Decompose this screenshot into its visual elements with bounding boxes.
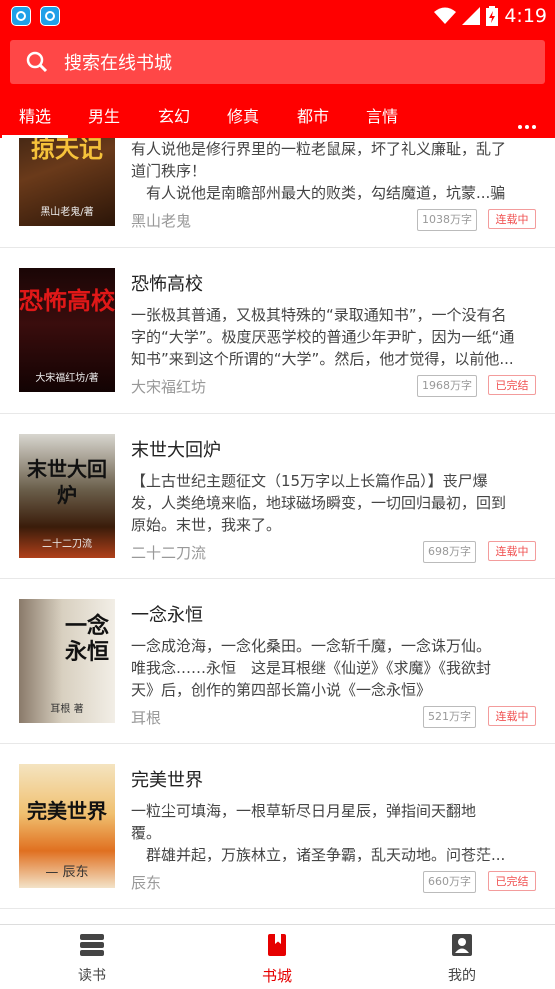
search-bar[interactable]: 搜索在线书城 xyxy=(10,40,545,84)
bottom-nav: 读书 书城 我的 xyxy=(0,924,555,989)
clock: 4:19 xyxy=(504,5,547,27)
book-author: 辰东 xyxy=(131,874,162,892)
app-notification-icon xyxy=(11,6,31,26)
nav-label: 书城 xyxy=(261,967,292,985)
desc-line: 有人说他是南瞻部州最大的败类，勾结魔道，坑蒙...骗 xyxy=(131,184,506,202)
top-bar: 搜索在线书城 精选 男生 玄幻 修真 都市 言情 xyxy=(0,32,555,138)
list-item[interactable]: 完美世界 — 辰东 完美世界 一粒尘可填海，一根草斩尽日月星辰，弹指间天翻地 覆… xyxy=(0,744,555,909)
desc-line: 发，人类绝境来临，地球磁场瞬变，一切回归最初，回到 xyxy=(131,494,507,512)
desc-line: 一念成沧海，一念化桑田。一念斩千魔，一念诛万仙。 xyxy=(131,637,492,655)
desc-line: 覆。 xyxy=(131,824,162,842)
nav-profile[interactable]: 我的 xyxy=(402,933,522,985)
word-count-badge: 521万字 xyxy=(423,706,476,728)
book-author: 黑山老鬼 xyxy=(131,212,192,230)
book-description: 一粒尘可填海，一根草斩尽日月星辰，弹指间天翻地 覆。 群雄并起，万族林立，诸圣争… xyxy=(131,800,539,866)
desc-line: 【上古世纪主题征文（15万字以上长篇作品）】丧尸爆 xyxy=(131,472,488,490)
nav-label: 读书 xyxy=(78,968,106,984)
book-cover: 掠天记 黑山老鬼/著 xyxy=(19,138,115,226)
tab-fantasy[interactable]: 玄幻 xyxy=(158,103,190,127)
book-cover: 末世大回炉 二十二刀流 xyxy=(19,434,115,558)
book-author: 二十二刀流 xyxy=(131,544,207,562)
book-cover: 一念永恒 耳根 著 xyxy=(19,599,115,723)
nav-reading[interactable]: 读书 xyxy=(32,933,152,985)
book-description: 一念成沧海，一念化桑田。一念斩千魔，一念诛万仙。 唯我念……永恒 这是耳根继《仙… xyxy=(131,635,539,701)
battery-icon xyxy=(486,6,499,26)
wifi-icon xyxy=(434,7,457,24)
status-badge: 连载中 xyxy=(488,706,536,726)
cover-title: 末世大回炉 xyxy=(27,457,107,507)
book-list: 掠天记 黑山老鬼/著 有人说他是修行界里的一粒老鼠屎，坏了礼义廉耻，乱了 道门秩… xyxy=(0,138,555,924)
cover-author: 黑山老鬼/著 xyxy=(40,207,94,218)
cover-title: 一念永恒 xyxy=(64,613,109,665)
tab-urban[interactable]: 都市 xyxy=(297,103,329,127)
desc-line: 原始。末世，我来了。 xyxy=(131,516,282,534)
divider xyxy=(0,908,555,909)
status-badge: 已完结 xyxy=(488,871,536,891)
status-bar: 4:19 xyxy=(0,0,555,32)
desc-line: 一张极其普通，又极其特殊的“录取通知书”，一个没有名 xyxy=(131,306,507,324)
tab-romance[interactable]: 言情 xyxy=(366,103,398,127)
desc-line: 有人说他是修行界里的一粒老鼠屎，坏了礼义廉耻，乱了 xyxy=(131,140,507,158)
tab-male[interactable]: 男生 xyxy=(88,103,120,127)
desc-line: 群雄并起，万族林立，诸圣争霸，乱天动地。问苍茫... xyxy=(131,846,506,864)
category-tabs: 精选 男生 玄幻 修真 都市 言情 xyxy=(0,92,555,138)
book-title: 一念永恒 xyxy=(131,605,203,626)
status-badge: 连载中 xyxy=(488,209,536,229)
more-icon[interactable] xyxy=(518,114,539,133)
list-item[interactable]: 恐怖高校 大宋福红坊/著 恐怖高校 一张极其普通，又极其特殊的“录取通知书”，一… xyxy=(0,248,555,413)
list-item[interactable]: 一念永恒 耳根 著 一念永恒 一念成沧海，一念化桑田。一念斩千魔，一念诛万仙。 … xyxy=(0,579,555,744)
cover-title: 掠天记 xyxy=(31,138,103,163)
tab-cultivation[interactable]: 修真 xyxy=(227,103,259,127)
profile-icon xyxy=(452,934,472,956)
book-description: 一张极其普通，又极其特殊的“录取通知书”，一个没有名 字的“大学”。极度厌恶学校… xyxy=(131,304,539,370)
cover-author: 大宋福红坊/著 xyxy=(35,373,99,384)
book-description: 有人说他是修行界里的一粒老鼠屎，坏了礼义廉耻，乱了 道门秩序！ 有人说他是南瞻部… xyxy=(131,138,539,204)
desc-line: 道门秩序！ xyxy=(131,162,207,180)
status-badge: 连载中 xyxy=(488,541,536,561)
book-title: 完美世界 xyxy=(131,770,203,791)
tab-featured[interactable]: 精选 xyxy=(19,103,51,127)
cover-author: 二十二刀流 xyxy=(42,539,92,550)
desc-line: 天》后，创作的第四部长篇小说《一念永恒》 xyxy=(131,681,432,699)
book-title: 末世大回炉 xyxy=(131,440,221,461)
list-item[interactable]: 掠天记 黑山老鬼/著 有人说他是修行界里的一粒老鼠屎，坏了礼义廉耻，乱了 道门秩… xyxy=(0,138,555,247)
search-placeholder: 搜索在线书城 xyxy=(64,53,172,74)
desc-line: 唯我念……永恒 这是耳根继《仙逆》《求魔》《我欲封 xyxy=(131,659,492,677)
book-description: 【上古世纪主题征文（15万字以上长篇作品）】丧尸爆 发，人类绝境来临，地球磁场瞬… xyxy=(131,470,539,536)
signal-icon xyxy=(462,7,481,25)
word-count-badge: 1968万字 xyxy=(417,375,477,397)
search-icon xyxy=(26,51,48,73)
cover-author: 耳根 著 xyxy=(50,704,84,715)
bookmark-icon xyxy=(268,934,286,956)
bookshelf-icon xyxy=(80,934,104,956)
nav-label: 我的 xyxy=(448,968,476,984)
book-author: 耳根 xyxy=(131,709,162,727)
list-item[interactable]: 末世大回炉 二十二刀流 末世大回炉 【上古世纪主题征文（15万字以上长篇作品）】… xyxy=(0,414,555,579)
book-title: 恐怖高校 xyxy=(131,274,203,295)
word-count-badge: 1038万字 xyxy=(417,209,477,231)
word-count-badge: 660万字 xyxy=(423,871,476,893)
status-badge: 已完结 xyxy=(488,375,536,395)
desc-line: 知书”来到这个所谓的“大学”。然后，他才觉得，以前他... xyxy=(131,350,514,368)
nav-bookstore[interactable]: 书城 xyxy=(217,933,337,986)
book-cover: 完美世界 — 辰东 xyxy=(19,764,115,888)
desc-line: 字的“大学”。极度厌恶学校的普通少年尹旷，因为一纸“通 xyxy=(131,328,515,346)
app-notification-icon xyxy=(40,6,60,26)
cover-author: — 辰东 xyxy=(45,865,89,880)
book-author: 大宋福红坊 xyxy=(131,378,207,396)
word-count-badge: 698万字 xyxy=(423,541,476,563)
cover-title: 恐怖高校 xyxy=(19,286,115,315)
desc-line: 一粒尘可填海，一根草斩尽日月星辰，弹指间天翻地 xyxy=(131,802,477,820)
book-cover: 恐怖高校 大宋福红坊/著 xyxy=(19,268,115,392)
cover-title: 完美世界 xyxy=(27,799,107,823)
